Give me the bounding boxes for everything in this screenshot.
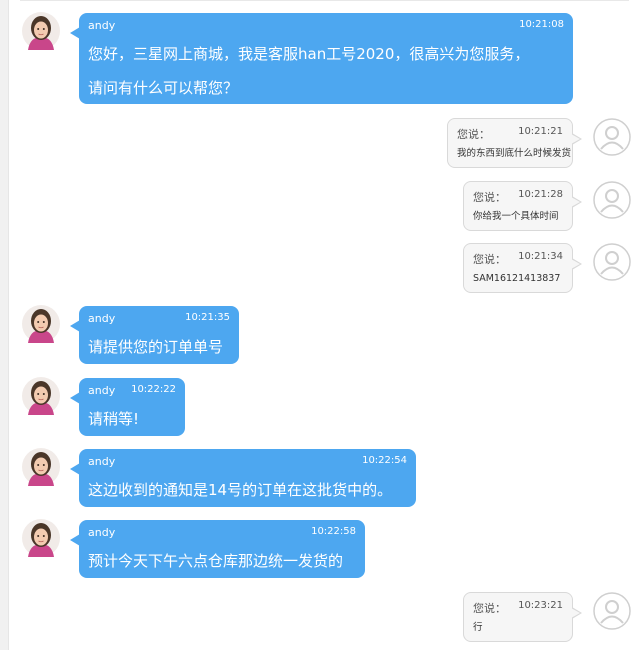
message-text[interactable]: SAM16121413837 <box>473 272 560 286</box>
message-text[interactable]: 行 <box>473 621 483 635</box>
message-line: 请稍等! <box>88 410 140 428</box>
message-text[interactable]: 请稍等! <box>88 402 139 436</box>
message-time: 10:21:08 <box>519 19 564 30</box>
message-text[interactable]: 您好，三星网上商城，我是客服han工号2020，很高兴为您服务， 请问有什么可以… <box>88 37 529 105</box>
bubble-tail <box>70 27 80 39</box>
user-avatar-icon <box>593 592 631 630</box>
message-time: 10:22:58 <box>311 526 356 537</box>
agent-avatar-icon <box>22 12 60 50</box>
message-line: 请提供您的订单单号 <box>88 338 224 356</box>
message-bubble: andy 10:21:35 请提供您的订单单号 <box>70 306 239 364</box>
agent-avatar-icon <box>22 448 60 486</box>
message-text[interactable]: 这边收到的通知是14号的订单在这批货中的。 <box>88 473 392 507</box>
message-bubble: andy 10:22:22 请稍等! <box>70 378 185 436</box>
message-text[interactable]: 预计今天下午六点仓库那边统一发货的 <box>88 544 343 578</box>
user-avatar-icon <box>593 118 631 156</box>
message-time: 10:22:22 <box>131 384 176 395</box>
message-time: 10:21:21 <box>518 126 563 137</box>
agent-avatar-icon <box>22 519 60 557</box>
message-time: 10:23:21 <box>518 600 563 611</box>
bubble-tail <box>70 392 80 404</box>
message-bubble: andy 10:22:54 这边收到的通知是14号的订单在这批货中的。 <box>70 449 416 507</box>
message-bubble: 您说： 10:21:28 你给我一个具体时间 <box>463 181 582 231</box>
sender-label: 您说： <box>457 128 490 141</box>
message-bubble: andy 10:22:58 预计今天下午六点仓库那边统一发货的 <box>70 520 365 578</box>
message-text[interactable]: 我的东西到底什么时候发货 <box>457 147 571 161</box>
agent-avatar-icon <box>22 377 60 415</box>
message-time: 10:21:34 <box>518 251 563 262</box>
message-time: 10:21:28 <box>518 189 563 200</box>
message-line: 请问有什么可以帮您？ <box>88 79 239 97</box>
message-bubble: 您说： 10:23:21 行 <box>463 592 582 642</box>
bubble-tail <box>70 320 80 332</box>
sender-name: andy <box>88 526 116 539</box>
sender-label: 您说： <box>473 191 506 204</box>
sender-name: andy <box>88 19 116 32</box>
message-text[interactable]: 你给我一个具体时间 <box>473 210 559 224</box>
sender-label: 您说： <box>473 602 506 615</box>
message-bubble: 您说： 10:21:34 SAM16121413837 <box>463 243 582 293</box>
sender-name: andy <box>88 455 116 468</box>
window-left-border <box>0 0 9 650</box>
agent-avatar-icon <box>22 305 60 343</box>
message-line: 这边收到的通知是14号的订单在这批货中的。 <box>88 481 393 499</box>
bubble-tail <box>70 534 80 546</box>
message-line: 预计今天下午六点仓库那边统一发货的 <box>88 552 344 570</box>
sender-name: andy <box>88 312 116 325</box>
message-bubble: andy 10:21:08 您好，三星网上商城，我是客服han工号2020，很高… <box>70 13 573 105</box>
chat-top-divider <box>20 0 629 1</box>
message-time: 10:21:35 <box>185 312 230 323</box>
message-bubble: 您说： 10:21:21 我的东西到底什么时候发货 <box>447 118 582 168</box>
sender-label: 您说： <box>473 253 506 266</box>
bubble-tail <box>70 463 80 475</box>
message-text[interactable]: 请提供您的订单单号 <box>88 330 223 364</box>
message-line: 您好，三星网上商城，我是客服han工号2020，很高兴为您服务， <box>88 45 530 63</box>
user-avatar-icon <box>593 243 631 281</box>
user-avatar-icon <box>593 181 631 219</box>
message-time: 10:22:54 <box>362 455 407 466</box>
sender-name: andy <box>88 384 116 397</box>
